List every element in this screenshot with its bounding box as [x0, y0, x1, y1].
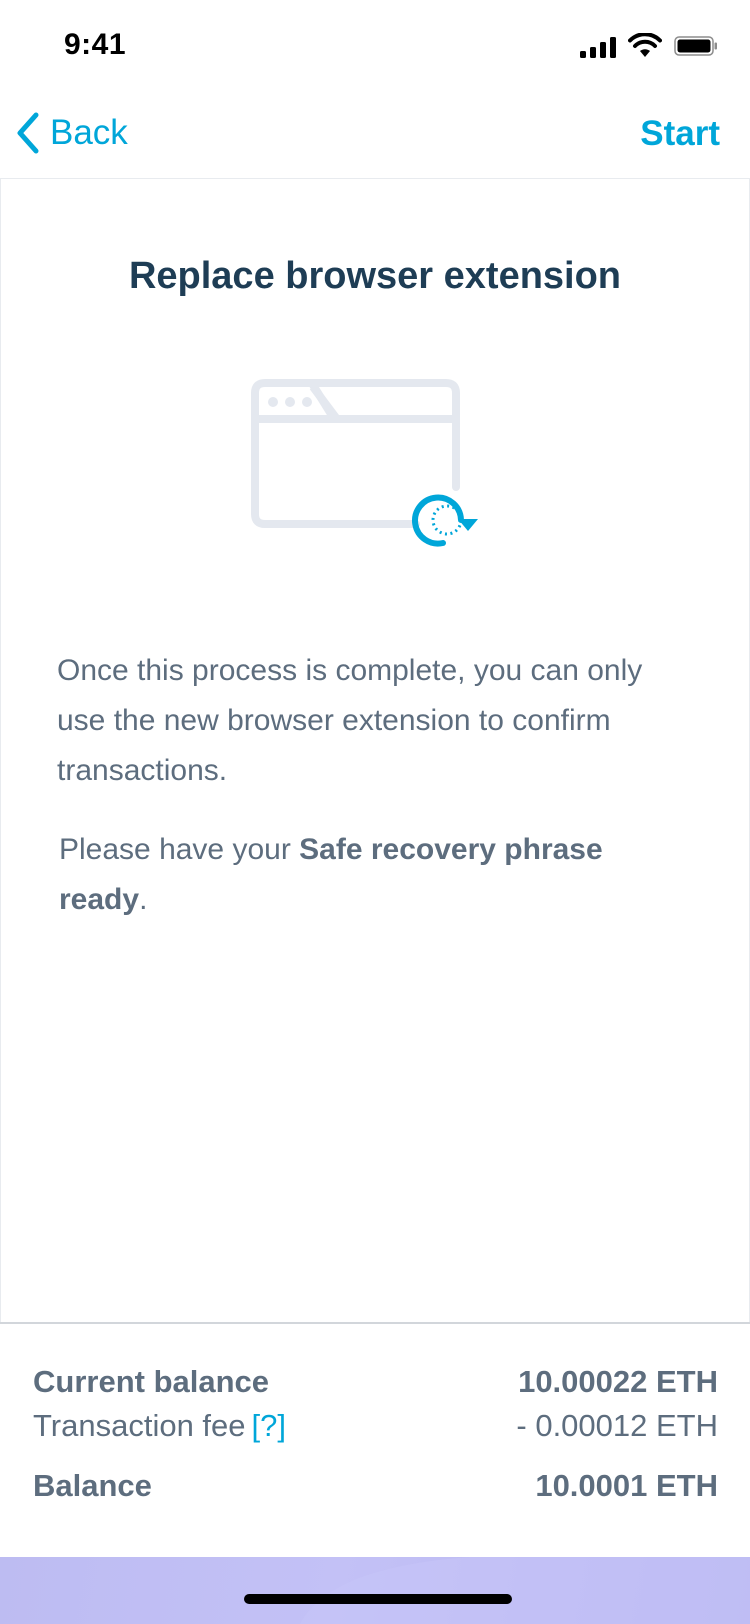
current-balance-value: 10.00022 ETH [518, 1364, 718, 1399]
transaction-fee-row: Transaction fee [?] - 0.00012 ETH [33, 1408, 718, 1452]
fee-help-link[interactable]: [?] [252, 1408, 286, 1443]
recovery-phrase-notice: Please have your Safe recovery phrase re… [59, 825, 699, 925]
status-icons [580, 33, 720, 59]
notice-prefix: Please have your [59, 833, 300, 866]
content-panel: Replace browser extension Once this proc… [0, 179, 750, 1322]
wifi-icon [628, 33, 662, 57]
navigation-bar: Back Start [0, 90, 750, 179]
current-balance-label: Current balance [33, 1364, 270, 1399]
replace-extension-illustration [251, 379, 478, 547]
chevron-left-icon [17, 112, 39, 154]
status-time: 9:41 [64, 28, 127, 61]
transaction-fee-label-group: Transaction fee [?] [33, 1408, 286, 1444]
transaction-fee-label: Transaction fee [33, 1408, 246, 1443]
background-wave [300, 1557, 750, 1624]
balance-label: Balance [33, 1468, 152, 1503]
battery-icon [674, 36, 717, 56]
resulting-balance-row: Balance 10.0001 ETH [33, 1468, 718, 1512]
description-paragraph: Once this process is complete, you can o… [57, 654, 643, 787]
notice-suffix: . [139, 883, 148, 916]
back-label: Back [50, 113, 128, 152]
balance-value: 10.0001 ETH [535, 1468, 718, 1503]
balance-summary: Current balance 10.00022 ETH Transaction… [0, 1322, 750, 1559]
start-button[interactable]: Start [640, 114, 720, 154]
page-title: Replace browser extension [128, 255, 622, 297]
home-indicator[interactable] [244, 1594, 512, 1604]
refresh-arrow-icon [412, 494, 478, 547]
back-button[interactable]: Back [14, 108, 128, 158]
status-bar: 9:41 [0, 0, 750, 90]
home-indicator-area [0, 1557, 750, 1624]
transaction-fee-value: - 0.00012 ETH [516, 1408, 718, 1443]
current-balance-row: Current balance 10.00022 ETH [33, 1364, 718, 1408]
cellular-signal-icon [580, 36, 616, 58]
